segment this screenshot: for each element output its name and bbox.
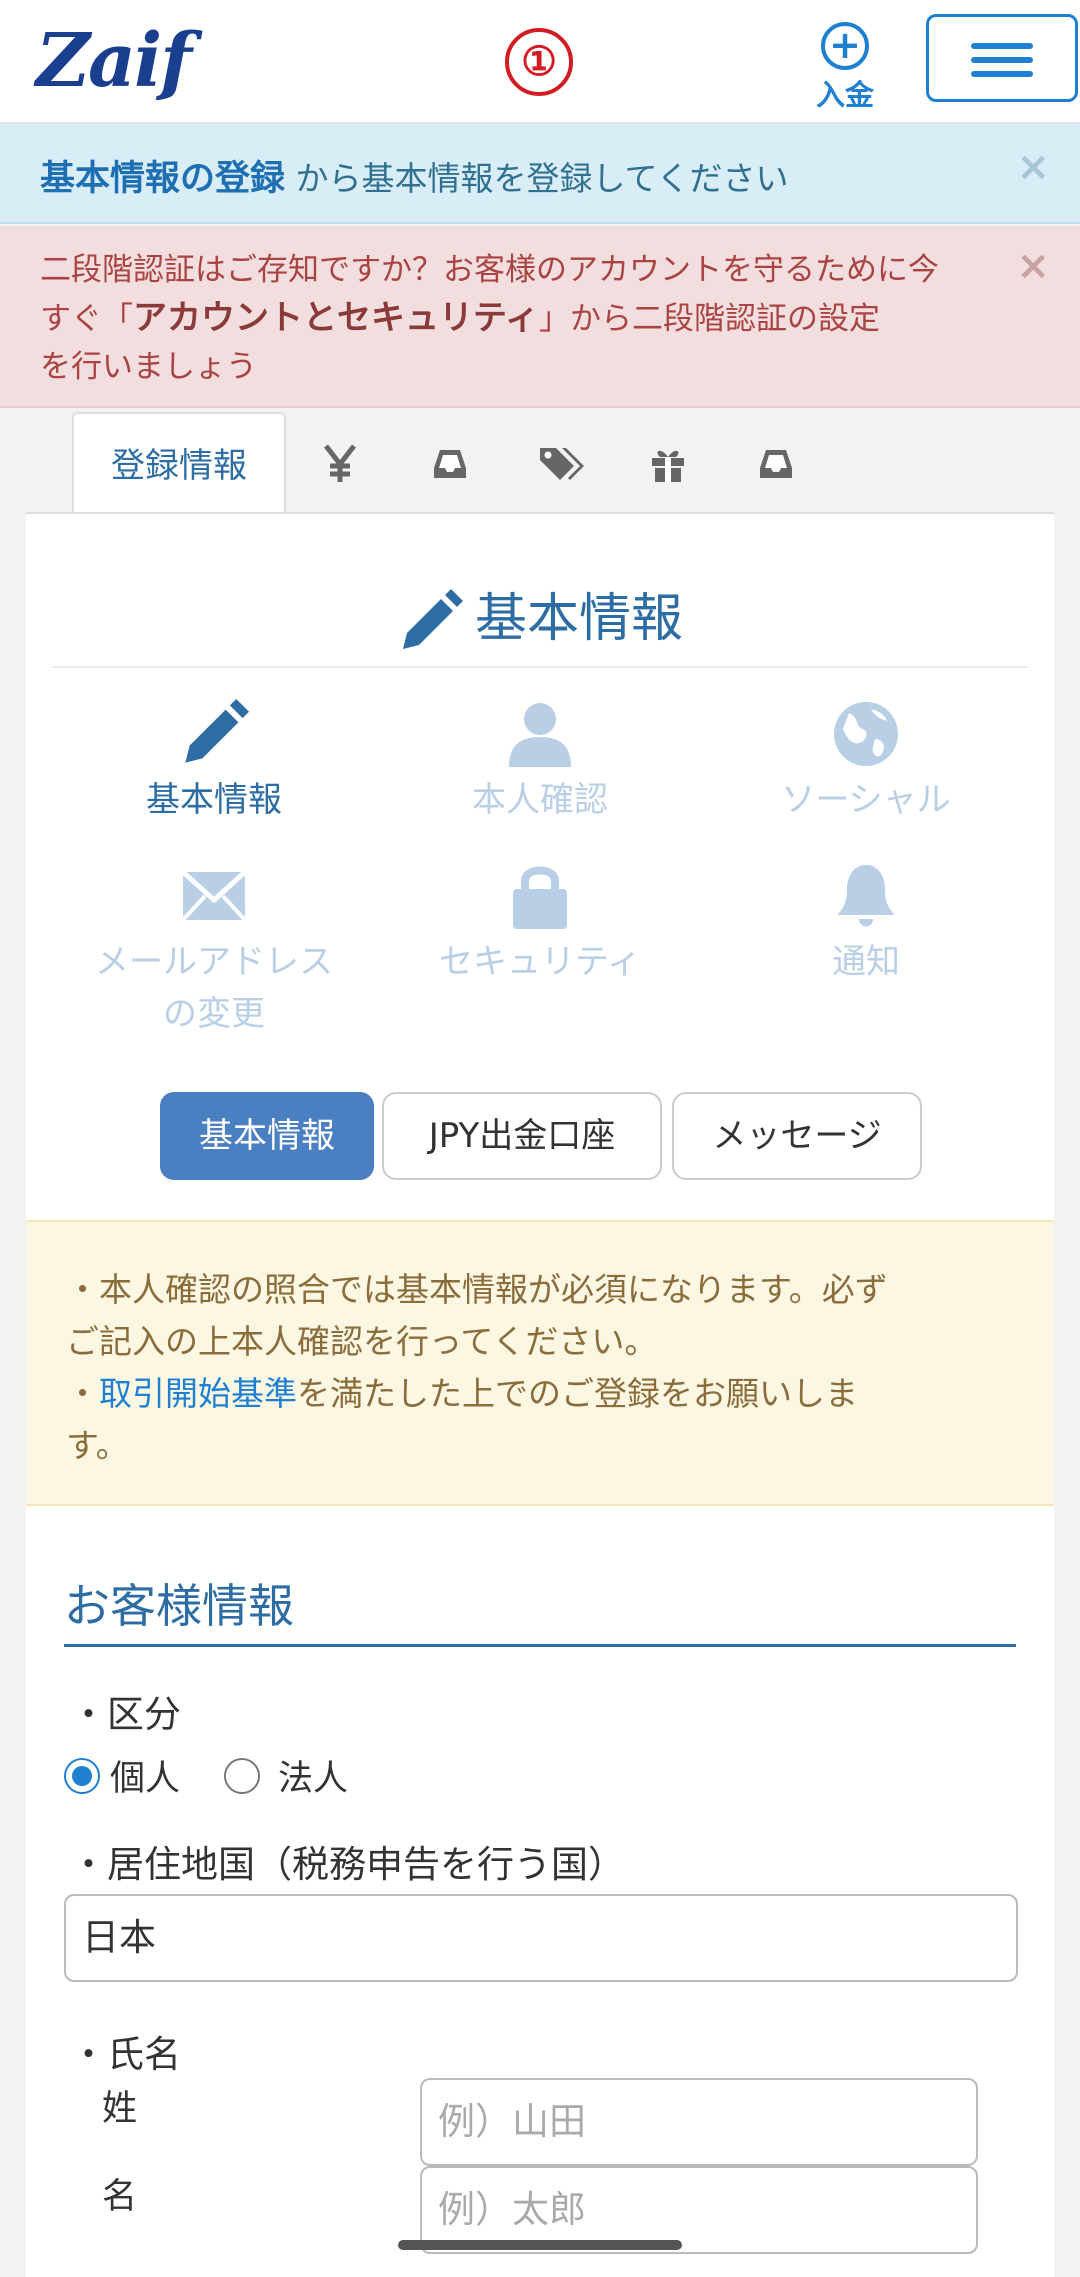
envelope-icon bbox=[181, 870, 247, 922]
last-name-label: 姓 bbox=[102, 2089, 138, 2129]
annotation-marker: ① bbox=[505, 28, 573, 96]
radio-individual[interactable] bbox=[64, 1758, 100, 1794]
inbox-icon[interactable] bbox=[430, 444, 470, 484]
pill-message[interactable]: メッセージ bbox=[672, 1092, 922, 1180]
divider bbox=[52, 666, 1028, 668]
page-title: 基本情報 bbox=[26, 576, 1054, 655]
globe-icon bbox=[834, 702, 898, 766]
nav-social[interactable]: ソーシャル bbox=[706, 698, 1026, 826]
tab-registration-info[interactable]: 登録情報 bbox=[72, 412, 286, 516]
alert-danger-text: 」から二段階認証の設定 bbox=[538, 301, 880, 337]
first-name-label: 名 bbox=[102, 2177, 138, 2217]
account-security-link[interactable]: アカウントとセキュリティ bbox=[133, 298, 539, 338]
radio-individual-label[interactable]: 個人 bbox=[110, 1750, 180, 1801]
alert-info-text: から基本情報を登録してください bbox=[285, 159, 789, 198]
pill-basic-info[interactable]: 基本情報 bbox=[160, 1092, 374, 1180]
pill-jpy-withdrawal-account[interactable]: JPY出金口座 bbox=[382, 1092, 662, 1180]
app-header: Zaif ① + 入金 bbox=[0, 0, 1080, 124]
nav-label: 本人確認 bbox=[472, 780, 608, 820]
pencil-icon bbox=[402, 589, 463, 649]
page-title-text: 基本情報 bbox=[474, 589, 683, 649]
nav-label: メールアドレス bbox=[95, 942, 333, 982]
nav-change-email[interactable]: メールアドレス の変更 bbox=[54, 860, 374, 1040]
zaif-logo[interactable]: Zaif bbox=[36, 18, 192, 104]
user-icon bbox=[509, 703, 571, 767]
nav-label: 通知 bbox=[832, 942, 900, 982]
inbox-icon[interactable] bbox=[756, 444, 796, 484]
yen-icon[interactable] bbox=[320, 444, 360, 484]
heading-underline bbox=[64, 1644, 1016, 1647]
nav-notification[interactable]: 通知 bbox=[706, 860, 1026, 988]
notice-line: ・取引開始基準を満たした上でのご登録をお願いしま bbox=[66, 1368, 1014, 1420]
deposit-label: 入金 bbox=[815, 78, 874, 112]
radio-corporate[interactable] bbox=[224, 1758, 260, 1794]
sub-tabs: 基本情報 JPY出金口座 メッセージ bbox=[26, 1092, 1054, 1182]
notice-text: ・ bbox=[66, 1374, 99, 1413]
pencil-icon bbox=[185, 699, 249, 763]
nav-label: ソーシャル bbox=[781, 780, 951, 820]
alert-info-bold[interactable]: 基本情報の登録 bbox=[40, 159, 285, 199]
hamburger-menu-button[interactable] bbox=[926, 14, 1078, 102]
nav-label: の変更 bbox=[163, 994, 265, 1034]
notice-line: ご記入の上本人確認を行ってください。 bbox=[66, 1322, 658, 1361]
main-panel: 基本情報 基本情報 本人確認 ソーシャル メールアドレス の変更 セキュリティ … bbox=[26, 512, 1054, 2277]
alert-danger-line1: 二段階認証はご存知ですか？お客様のアカウントを守るために今 bbox=[40, 252, 939, 288]
deposit-button[interactable]: + 入金 bbox=[808, 22, 882, 114]
basic-info-alert: 基本情報の登録 から基本情報を登録してください × bbox=[0, 124, 1080, 224]
lock-icon bbox=[513, 866, 567, 929]
nav-identity-verification[interactable]: 本人確認 bbox=[380, 698, 700, 826]
account-tabs: 登録情報 bbox=[26, 408, 1054, 516]
last-name-input[interactable]: 例）山田 bbox=[420, 2078, 978, 2166]
radio-corporate-label[interactable]: 法人 bbox=[278, 1750, 348, 1801]
tags-icon[interactable] bbox=[538, 444, 584, 484]
bell-icon bbox=[837, 865, 895, 927]
alert-danger-line3: を行いましょう bbox=[40, 349, 257, 385]
notice-line: す。 bbox=[66, 1426, 129, 1465]
notice-line: ・本人確認の照合では基本情報が必須になります。必ず bbox=[66, 1270, 888, 1309]
nav-label: 基本情報 bbox=[146, 780, 282, 820]
nav-security[interactable]: セキュリティ bbox=[380, 860, 700, 988]
close-icon[interactable]: × bbox=[1016, 144, 1050, 190]
alert-danger-text: すぐ「 bbox=[40, 301, 133, 337]
name-label: ・氏名 bbox=[70, 2033, 181, 2076]
trading-criteria-link[interactable]: 取引開始基準 bbox=[99, 1374, 297, 1413]
plus-circle-icon: + bbox=[821, 22, 869, 70]
notice-text: を満たした上でのご登録をお願いしま bbox=[297, 1374, 858, 1413]
menu-bar-icon bbox=[971, 71, 1033, 77]
category-label: ・区分 bbox=[70, 1693, 181, 1736]
two-factor-alert: 二段階認証はご存知ですか？お客様のアカウントを守るために今 すぐ「アカウントとセ… bbox=[0, 226, 1080, 408]
close-icon[interactable]: × bbox=[1016, 242, 1050, 290]
country-label: ・居住地国（税務申告を行う国） bbox=[70, 1843, 625, 1886]
menu-bar-icon bbox=[971, 43, 1033, 49]
menu-bar-icon bbox=[971, 57, 1033, 63]
home-indicator bbox=[398, 2240, 682, 2250]
nav-label: セキュリティ bbox=[439, 942, 641, 982]
customer-info-heading: お客様情報 bbox=[64, 1579, 294, 1633]
verification-notice: ・本人確認の照合では基本情報が必須になります。必ず ご記入の上本人確認を行ってく… bbox=[26, 1220, 1054, 1506]
country-select[interactable]: 日本 bbox=[64, 1894, 1018, 1982]
alert-danger-line2: すぐ「アカウントとセキュリティ」から二段階認証の設定 bbox=[40, 294, 1040, 343]
nav-basic-info[interactable]: 基本情報 bbox=[54, 698, 374, 826]
gift-icon[interactable] bbox=[648, 444, 688, 484]
